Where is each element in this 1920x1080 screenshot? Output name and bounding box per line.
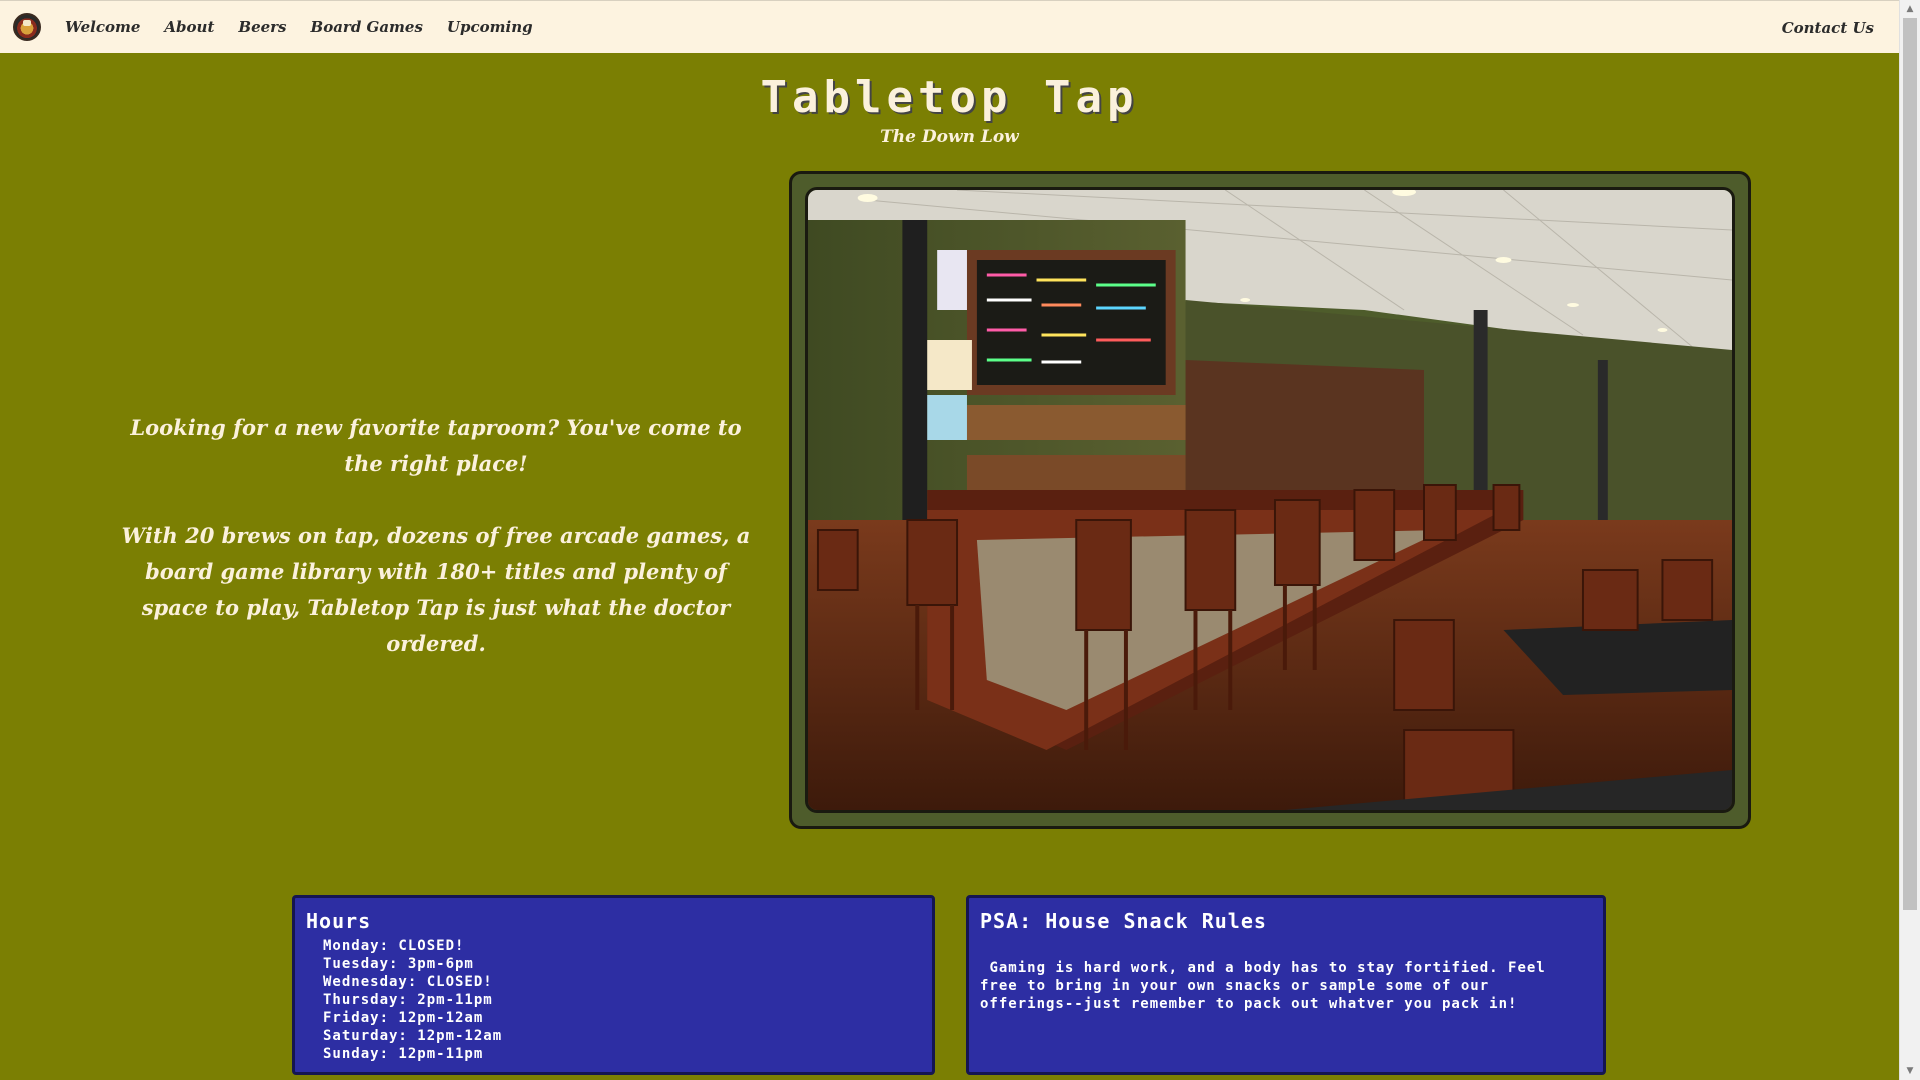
hours-sunday: Sunday: 12pm-11pm [323,1046,484,1062]
intro-paragraph-1: Looking for a new favorite taproom? You'… [130,415,742,476]
hours-wednesday: Wednesday: CLOSED! [323,974,493,990]
hours-saturday: Saturday: 12pm-12am [323,1028,503,1044]
hours-tuesday: Tuesday: 3pm-6pm [323,956,474,972]
hours-box: Hours Monday: CLOSED! Tuesday: 3pm-6pm W… [292,895,935,1075]
tabletop-tap-logo-icon[interactable] [13,13,41,41]
nav-link-contact-us[interactable]: Contact Us [1782,19,1874,37]
nav-link-upcoming[interactable]: Upcoming [447,18,533,36]
intro-paragraph-2: With 20 brews on tap, dozens of free arc… [121,523,751,656]
scrollbar-thumb[interactable] [1903,18,1917,910]
page-title: Tabletop Tap [760,72,1139,123]
scroll-down-arrow-icon[interactable]: ▼ [1900,1062,1920,1080]
hours-thursday: Thursday: 2pm-11pm [323,992,493,1008]
nav-link-about[interactable]: About [164,18,214,36]
psa-box: PSA: House Snack Rules Gaming is hard wo… [966,895,1606,1075]
nav-link-beers[interactable]: Beers [238,18,286,36]
hours-monday: Monday: CLOSED! [323,938,465,954]
hours-friday: Friday: 12pm-12am [323,1010,484,1026]
taproom-photo [805,187,1735,813]
page-subtitle: The Down Low [880,127,1019,147]
nav-link-welcome[interactable]: Welcome [65,18,140,36]
psa-text: Gaming is hard work, and a body has to s… [980,960,1556,1012]
scroll-up-arrow-icon[interactable]: ▲ [1900,0,1920,18]
hours-list: Monday: CLOSED! Tuesday: 3pm-6pm Wednesd… [323,937,502,1063]
hours-title: Hours [306,909,372,933]
intro-text: Looking for a new favorite taproom? You'… [118,410,754,662]
page-scrollbar[interactable]: ▲ ▼ [1899,0,1920,1080]
psa-title: PSA: House Snack Rules [980,909,1267,933]
nav-link-board-games[interactable]: Board Games [311,18,423,36]
taproom-photo-frame [789,171,1751,829]
top-navigation: Welcome About Beers Board Games Upcoming… [0,0,1899,53]
taproom-interior-image [808,190,1732,810]
